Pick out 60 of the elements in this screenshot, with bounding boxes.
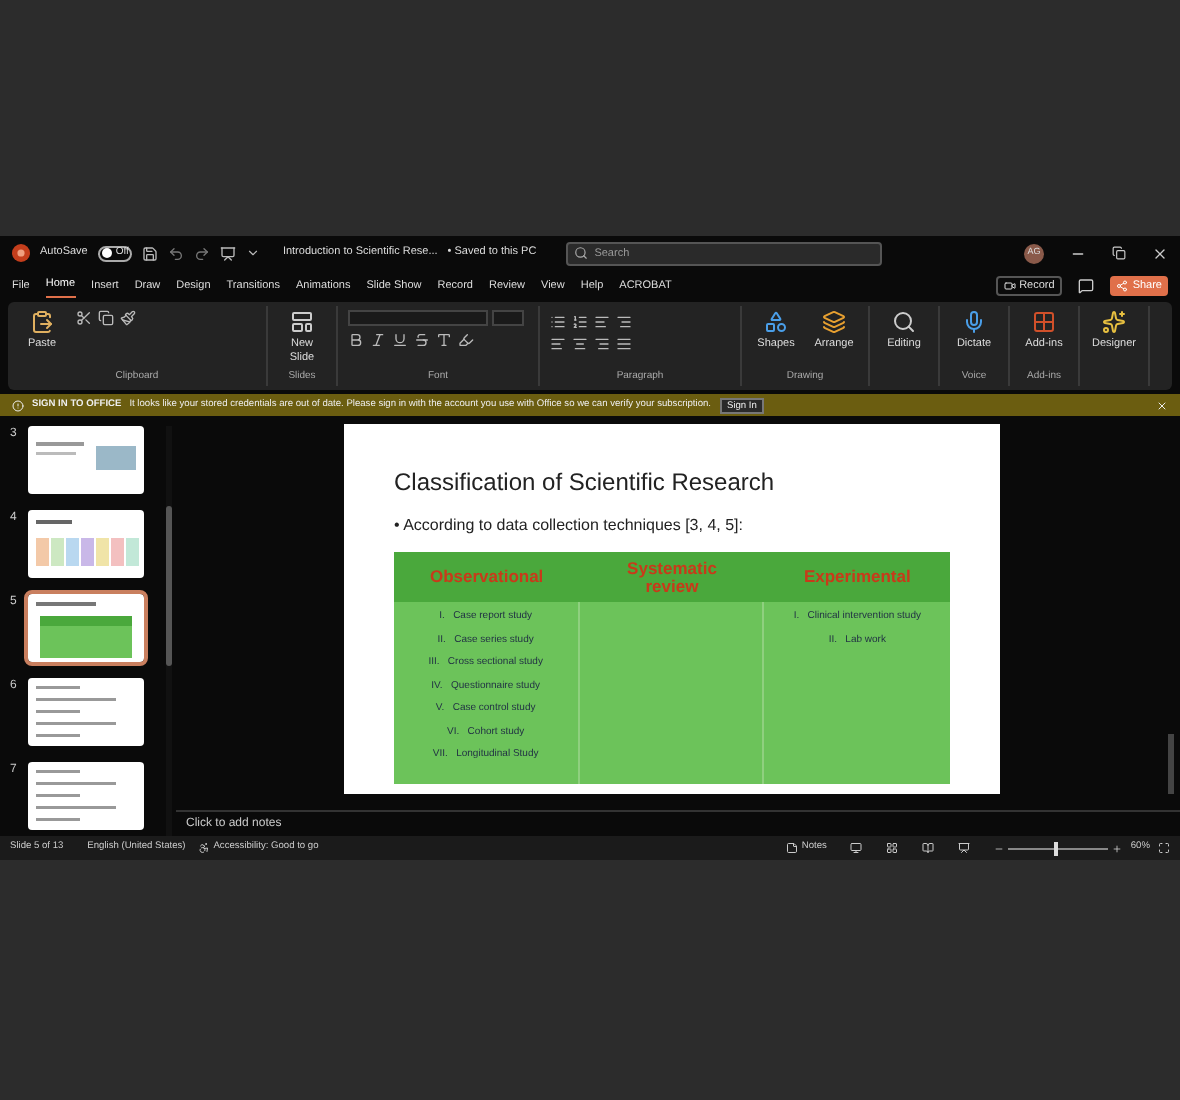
share-icon (1116, 280, 1129, 292)
slide-thumbnail[interactable] (28, 762, 144, 830)
align-right-icon[interactable] (594, 336, 610, 352)
font-name-field[interactable] (348, 310, 488, 326)
scrollbar (1168, 734, 1174, 794)
bullets-icon[interactable] (550, 314, 566, 330)
save-icon[interactable] (142, 245, 159, 261)
bold-icon[interactable] (348, 332, 364, 348)
slideshow-icon[interactable] (958, 842, 971, 854)
accessibility-icon (197, 842, 210, 854)
record-icon (1003, 280, 1016, 292)
clipboard-icon (30, 310, 54, 334)
comments-icon[interactable] (1078, 278, 1095, 294)
undo-icon[interactable] (168, 245, 185, 261)
paintbrush-icon[interactable] (120, 310, 136, 326)
numbering-icon[interactable] (572, 314, 588, 330)
highlighter-icon[interactable] (458, 332, 474, 348)
reading-view-icon[interactable] (922, 842, 935, 854)
microphone-icon (962, 310, 986, 334)
search-icon (892, 310, 916, 334)
column-header: Experimental (764, 552, 950, 602)
column-header: Systematic review (579, 552, 765, 602)
indent-icon[interactable] (594, 314, 610, 330)
copy-icon[interactable] (98, 310, 114, 326)
slide-thumbnail[interactable] (28, 678, 144, 746)
outdent-icon[interactable] (616, 314, 632, 330)
restore-icon[interactable] (1112, 246, 1126, 260)
justify-icon[interactable] (616, 336, 632, 352)
normal-view-icon[interactable] (850, 842, 863, 854)
align-center-icon[interactable] (572, 336, 588, 352)
slide-sorter-icon[interactable] (886, 842, 899, 854)
italic-icon[interactable] (370, 332, 386, 348)
strikethrough-icon[interactable] (414, 332, 430, 348)
redo-icon[interactable] (194, 245, 211, 261)
underline-icon[interactable] (392, 332, 408, 348)
zoom-in-icon[interactable] (1112, 843, 1123, 853)
slide-bullet: • According to data collection techniques [3, 4, 5]: (394, 514, 745, 538)
font-color-icon[interactable] (436, 332, 452, 348)
app-logo-icon (12, 244, 30, 262)
notes-icon (785, 842, 798, 854)
presentation-icon[interactable] (220, 245, 237, 261)
info-icon (12, 399, 24, 411)
zoom-thumb[interactable] (1053, 841, 1058, 855)
slide-thumbnail[interactable] (28, 510, 144, 578)
slide-thumbnail[interactable] (28, 426, 144, 494)
search-icon (574, 246, 589, 260)
scissors-icon[interactable] (76, 310, 92, 326)
sparkle-icon (1102, 310, 1126, 334)
layers-icon (822, 310, 846, 334)
slide-layout-icon (290, 310, 314, 334)
customize-icon[interactable] (246, 246, 261, 260)
close-icon[interactable] (1152, 245, 1168, 261)
slide-thumbnail[interactable] (28, 594, 144, 662)
slide-title: Classification of Scientific Research (394, 466, 777, 500)
grid-icon (1032, 310, 1056, 334)
column-header: Observational (394, 552, 580, 602)
shapes-icon (764, 310, 788, 334)
zoom-out-icon[interactable] (994, 843, 1005, 853)
font-size-field[interactable] (492, 310, 524, 326)
align-left-icon[interactable] (550, 336, 566, 352)
